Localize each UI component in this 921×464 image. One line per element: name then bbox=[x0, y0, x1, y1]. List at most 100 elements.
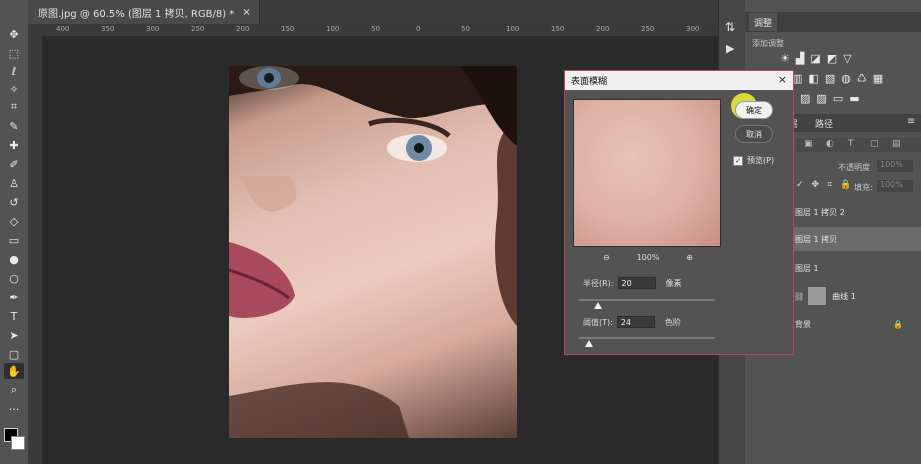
ruler-tick-label: 250 bbox=[641, 25, 655, 33]
threshold-slider-track[interactable] bbox=[579, 337, 715, 339]
zoom-level: 100% bbox=[636, 253, 660, 262]
preview-label: 预览(P) bbox=[747, 156, 775, 165]
layer-row-curves[interactable]: ⛓ 曲线 1 bbox=[790, 284, 921, 308]
invert-icon[interactable]: ▨ bbox=[800, 92, 810, 105]
panel-menu-icon[interactable]: ≡ bbox=[907, 116, 915, 127]
balance-icon[interactable]: ◧ bbox=[808, 72, 818, 85]
cancel-button[interactable]: 取消 bbox=[735, 125, 773, 143]
layer-name: 曲线 1 bbox=[832, 291, 856, 301]
preview-checkbox[interactable]: ✓ 预览(P) bbox=[733, 155, 774, 166]
magic-wand-tool-icon[interactable]: ✧ bbox=[4, 81, 24, 97]
vibrance-icon[interactable]: ▽ bbox=[843, 52, 851, 65]
zoom-out-icon[interactable]: ⊖ bbox=[603, 253, 610, 262]
ruler-tick-label: 150 bbox=[551, 25, 565, 33]
radius-slider-knob[interactable] bbox=[594, 302, 603, 309]
layer-row-selected[interactable]: 图层 1 拷贝 bbox=[790, 227, 921, 251]
lasso-tool-icon[interactable]: ℓ bbox=[4, 63, 24, 79]
pen-tool-icon[interactable]: ✒ bbox=[4, 289, 24, 305]
zoom-tool-icon[interactable]: ⌕ bbox=[4, 382, 24, 398]
ruler-tick-label: 250 bbox=[191, 25, 205, 33]
threshold-icon[interactable]: ▭ bbox=[833, 92, 843, 105]
adjustments-icons-row-2: ▥ ◧ ▧ ◍ ♺ ▦ bbox=[792, 72, 883, 85]
bw-icon[interactable]: ▧ bbox=[825, 72, 835, 85]
filter-adjust-icon[interactable]: ◐ bbox=[826, 139, 834, 149]
filter-smart-icon[interactable]: ▤ bbox=[892, 139, 901, 149]
gradient-tool-icon[interactable]: ▭ bbox=[4, 232, 24, 248]
layer-name: 图层 1 bbox=[795, 263, 819, 273]
adjustments-tab[interactable]: 调整 bbox=[749, 13, 777, 31]
filter-pixel-icon[interactable]: ▣ bbox=[804, 139, 813, 149]
history-panel-icon[interactable]: ⇅ bbox=[725, 20, 735, 34]
lock-artboard-icon[interactable]: ⌗ bbox=[827, 180, 832, 190]
layer-row[interactable]: 图层 1 bbox=[790, 256, 921, 280]
hand-tool-icon[interactable]: ✋ bbox=[4, 363, 24, 379]
filter-shape-icon[interactable]: ▢ bbox=[870, 139, 879, 149]
blur-tool-icon[interactable]: ● bbox=[4, 251, 24, 267]
dialog-close-icon[interactable]: × bbox=[778, 73, 787, 86]
stamp-tool-icon[interactable]: ♙ bbox=[4, 175, 24, 191]
document-tab-close-icon[interactable]: × bbox=[242, 7, 250, 18]
ruler-tick-label: 200 bbox=[236, 25, 250, 33]
ruler-tick-label: 0 bbox=[416, 25, 421, 33]
lock-pixels-icon[interactable]: ✓ bbox=[796, 180, 804, 190]
gradient-map-icon[interactable]: ▬ bbox=[849, 92, 859, 105]
more-tools-icon[interactable]: ··· bbox=[4, 401, 24, 417]
ruler-tick-label: 100 bbox=[326, 25, 340, 33]
channel-mixer-icon[interactable]: ♺ bbox=[857, 72, 867, 85]
ruler-tick-label: 50 bbox=[461, 25, 470, 33]
layer-name: 图层 1 拷贝 2 bbox=[795, 207, 845, 217]
fill-field[interactable]: 100% bbox=[877, 180, 913, 192]
ruler-tick-label: 300 bbox=[146, 25, 160, 33]
lock-icon: 🔒 bbox=[893, 319, 903, 329]
background-color-swatch[interactable] bbox=[11, 436, 25, 450]
layer-name: 背景 bbox=[795, 319, 811, 329]
eyedropper-tool-icon[interactable]: ✎ bbox=[4, 118, 24, 134]
checkbox-icon[interactable]: ✓ bbox=[733, 155, 743, 166]
path-select-tool-icon[interactable]: ➤ bbox=[4, 327, 24, 343]
document-tab[interactable]: 原图.jpg @ 60.5% (图层 1 拷贝, RGB/8) * × bbox=[28, 0, 260, 24]
lock-position-icon[interactable]: ✥ bbox=[812, 180, 820, 190]
layer-row-background[interactable]: 背景 🔒 bbox=[790, 312, 921, 336]
rectangle-tool-icon[interactable]: ▢ bbox=[4, 346, 24, 362]
radius-input[interactable]: 20 bbox=[617, 277, 656, 289]
levels-icon[interactable]: ▟ bbox=[796, 52, 804, 65]
threshold-input[interactable]: 24 bbox=[616, 316, 655, 328]
brush-tool-icon[interactable]: ✐ bbox=[4, 156, 24, 172]
actions-panel-icon[interactable]: ▶ bbox=[726, 42, 734, 55]
ruler-tick-label: 100 bbox=[506, 25, 520, 33]
color-lookup-icon[interactable]: ▦ bbox=[873, 72, 883, 85]
eraser-tool-icon[interactable]: ◇ bbox=[4, 213, 24, 229]
tab-paths[interactable]: 路径 bbox=[815, 117, 833, 130]
healing-tool-icon[interactable]: ✚ bbox=[4, 137, 24, 153]
radius-label: 半径(R): bbox=[583, 278, 614, 288]
crop-tool-icon[interactable]: ⌗ bbox=[4, 99, 24, 115]
posterize-icon[interactable]: ▨ bbox=[816, 92, 826, 105]
photo-filter-icon[interactable]: ◍ bbox=[841, 72, 851, 85]
move-tool-icon[interactable]: ✥ bbox=[4, 26, 24, 42]
threshold-slider-knob[interactable] bbox=[584, 340, 593, 347]
layer-row[interactable]: 图层 1 拷贝 2 bbox=[790, 200, 921, 224]
exposure-icon[interactable]: ◩ bbox=[827, 52, 837, 65]
dialog-titlebar[interactable]: 表面模糊 × bbox=[565, 71, 793, 90]
lock-all-icon[interactable]: 🔒 bbox=[840, 180, 851, 190]
ok-button[interactable]: 确定 bbox=[735, 101, 773, 119]
opacity-field[interactable]: 100% bbox=[877, 160, 913, 172]
threshold-label: 阈值(T): bbox=[583, 317, 613, 327]
surface-blur-dialog: 表面模糊 × 确定 取消 ✓ 预览(P) ⊖ 100% ⊕ 半径(R): 20 … bbox=[564, 70, 794, 355]
history-brush-tool-icon[interactable]: ↺ bbox=[4, 194, 24, 210]
filter-type-icon[interactable]: T bbox=[848, 139, 854, 149]
ruler-tick-label: 200 bbox=[596, 25, 610, 33]
zoom-in-icon[interactable]: ⊕ bbox=[686, 253, 693, 262]
filter-preview[interactable] bbox=[573, 99, 721, 247]
document-tab-bar: 原图.jpg @ 60.5% (图层 1 拷贝, RGB/8) * × bbox=[28, 0, 718, 24]
curves-icon[interactable]: ◪ bbox=[810, 52, 820, 65]
type-tool-icon[interactable]: T bbox=[4, 308, 24, 324]
dodge-tool-icon[interactable]: ○ bbox=[4, 270, 24, 286]
brightness-icon[interactable]: ☀ bbox=[780, 52, 790, 65]
marquee-tool-icon[interactable]: ⬚ bbox=[4, 45, 24, 61]
radius-slider-track[interactable] bbox=[579, 299, 715, 301]
layer-mask-thumbnail bbox=[808, 287, 827, 305]
ruler-tick-label: 300 bbox=[686, 25, 700, 33]
horizontal-ruler: 400 350 300 250 200 150 100 50 0 50 100 150 200 250 30… bbox=[28, 24, 718, 37]
ruler-tick-label: 50 bbox=[371, 25, 380, 33]
